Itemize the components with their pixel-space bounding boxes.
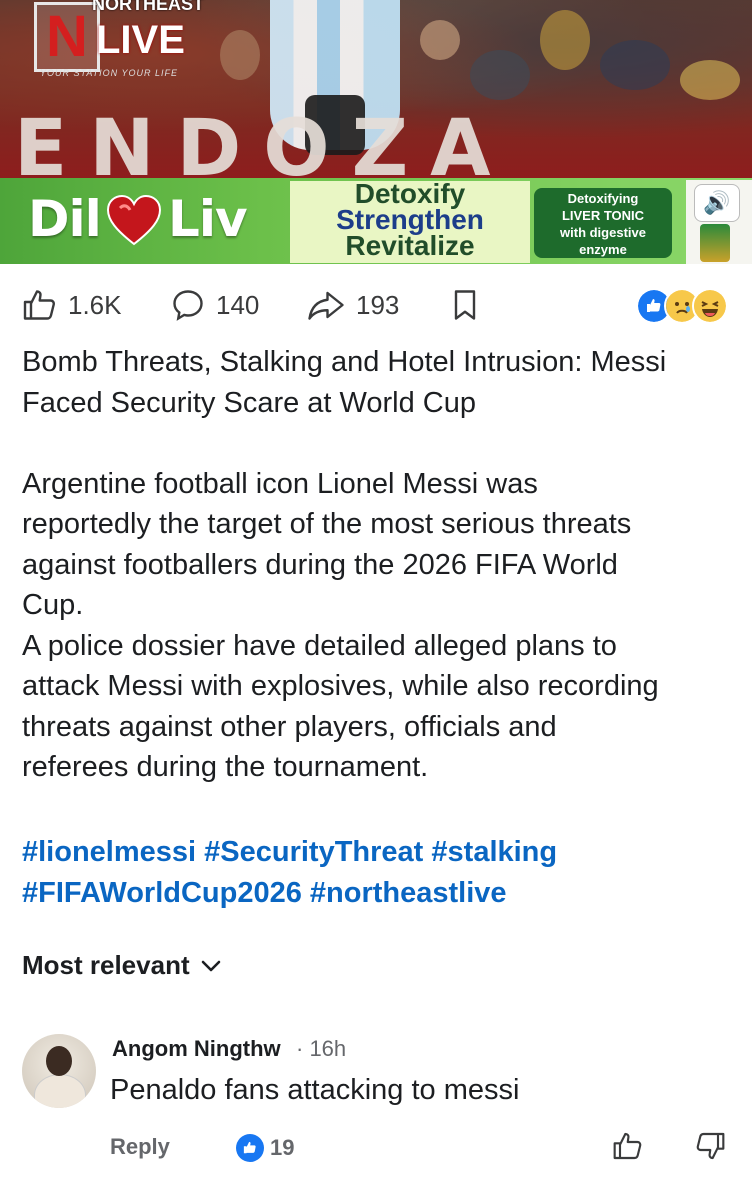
chevron-down-icon: [201, 960, 220, 971]
comment-reaction-count[interactable]: 19: [236, 1134, 294, 1162]
comment-time: · 16h: [296, 1036, 347, 1061]
logo-top-text: NORTHEAST: [92, 0, 204, 14]
hashtags: #lionelmessi #SecurityThreat #stalking #…: [22, 832, 734, 913]
avatar-head: [46, 1046, 72, 1076]
crowd-blob: [540, 10, 590, 70]
post-title-line: Faced Security Scare at World Cup: [22, 386, 476, 419]
comment-text: Penaldo fans attacking to messi: [110, 1074, 520, 1106]
comment-count: 140: [216, 289, 260, 320]
like-reaction-icon: [236, 1134, 264, 1162]
product-bottle: [700, 224, 730, 262]
downvote-button[interactable]: [694, 1130, 726, 1167]
ad-line: Revitalize: [345, 230, 475, 261]
comment-button[interactable]: 140: [170, 280, 259, 330]
post-body-line: referees during the tournament.: [22, 751, 429, 783]
channel-logo: N NORTHEAST LIVE YOUR STATION YOUR LIFE: [34, 0, 210, 82]
thumbs-up-icon: [23, 290, 55, 320]
post-text: Bomb Threats, Stalking and Hotel Intrusi…: [22, 342, 734, 788]
sort-label: Most relevant: [22, 950, 190, 980]
crowd-blob: [680, 60, 740, 100]
save-button[interactable]: [450, 280, 480, 330]
post-body-line: threats against other players, officials…: [22, 710, 557, 743]
speaker-icon[interactable]: 🔊: [694, 184, 740, 222]
post-body-line: reportedly the target of the most seriou…: [22, 508, 632, 540]
thumbs-down-icon: [696, 1132, 725, 1160]
reaction-summary[interactable]: [636, 288, 736, 324]
logo-tagline: YOUR STATION YOUR LIFE: [40, 68, 179, 78]
post-body-line: attack Messi with explosives, while also…: [22, 670, 659, 702]
crowd-blob: [470, 50, 530, 100]
ad-pill-line: Detoxifying: [567, 191, 639, 206]
ad-pill-line: with digestive: [560, 225, 646, 240]
upvote-button[interactable]: [612, 1130, 644, 1167]
ad-brand-left: Dil: [28, 190, 102, 248]
crowd-blob: [420, 20, 460, 60]
post-body-line: against footballers during the 2026 FIFA…: [22, 548, 618, 581]
ad-pill-line: LIVER TONIC: [561, 208, 645, 223]
ad-brand-right: Liv: [168, 190, 248, 248]
comment-like-count: 19: [270, 1135, 295, 1160]
comment-icon: [173, 290, 203, 321]
thumbs-up-icon: [613, 1132, 642, 1160]
post-image[interactable]: N NORTHEAST LIVE YOUR STATION YOUR LIFE …: [0, 0, 752, 178]
post-body-line: Cup.: [22, 589, 84, 621]
crowd-blob: [220, 30, 260, 80]
logo-word: LIVE: [96, 18, 185, 62]
post-body-line: Argentine football icon Lionel Messi was: [22, 467, 538, 500]
image-overlay-text: ENDOZA: [14, 104, 513, 178]
crowd-blob: [600, 40, 670, 90]
share-icon: [308, 291, 344, 320]
hashtag-line[interactable]: #lionelmessi #SecurityThreat #stalking: [22, 832, 734, 873]
ad-tagline-box: Detoxify Strengthen Revitalize: [290, 180, 530, 263]
hashtag-line[interactable]: #FIFAWorldCup2026 #northeastlive: [22, 873, 734, 914]
comment-author[interactable]: Angom Ningthw: [112, 1036, 281, 1062]
share-button[interactable]: 193: [306, 280, 399, 330]
like-button[interactable]: 1.6K: [22, 280, 122, 330]
bookmark-icon: [454, 290, 476, 320]
ad-product-badge: Detoxifying LIVER TONIC with digestive e…: [534, 188, 672, 258]
like-count: 1.6K: [68, 289, 122, 320]
reply-button[interactable]: Reply: [110, 1134, 170, 1160]
post-title-line: Bomb Threats, Stalking and Hotel Intrusi…: [22, 346, 667, 378]
share-count: 193: [356, 289, 400, 320]
logo-letter: N: [34, 2, 100, 72]
comment-sort-dropdown[interactable]: Most relevant: [22, 950, 222, 981]
avatar-body: [34, 1074, 86, 1108]
heart-icon: [106, 194, 162, 246]
post-body-line: A police dossier have detailed alleged p…: [22, 629, 617, 662]
ad-pill-line: enzyme: [579, 242, 627, 257]
haha-reaction-icon: [692, 288, 728, 324]
avatar[interactable]: [22, 1034, 96, 1108]
